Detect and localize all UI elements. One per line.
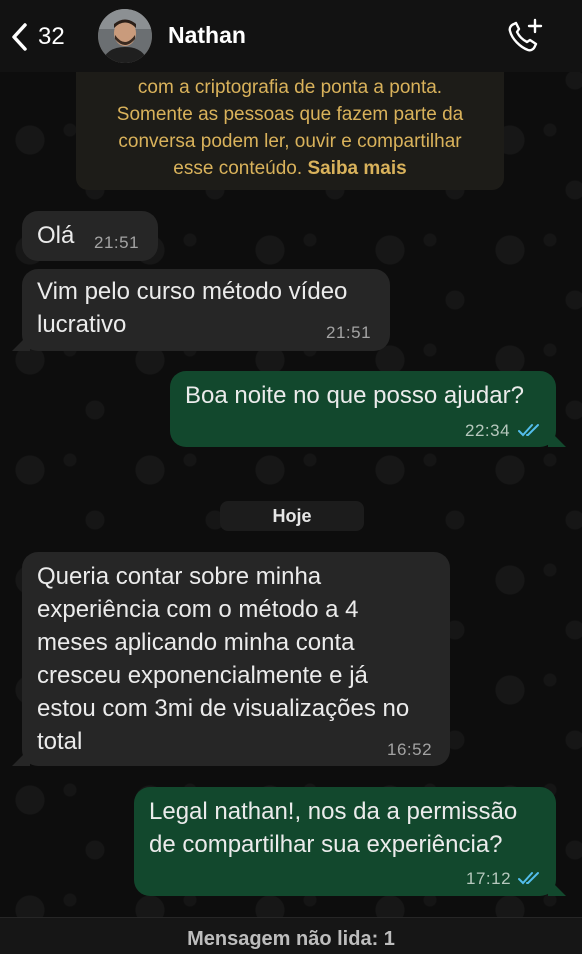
message-line: lucrativo [37, 311, 127, 338]
message-time: 21:51 [94, 233, 140, 252]
message-line: Vim pelo curso método vídeo [37, 278, 348, 305]
message-text: Olá [37, 219, 74, 252]
encryption-notice-text: com a criptografia de ponta a ponta. Som… [76, 74, 504, 182]
message-line: experiência com o método a 4 [37, 596, 359, 623]
message-text: Legal nathan!, nos da a permissão de com… [149, 795, 517, 861]
message-time: 17:12 [466, 869, 512, 888]
back-button[interactable]: 32 [10, 20, 65, 54]
message-line: cresceu exponencialmente e já [37, 662, 368, 689]
message-line: Boa noite no que posso ajudar? [185, 382, 524, 409]
message-line: Legal nathan!, nos da a permissão [149, 798, 518, 825]
unread-messages-text: Mensagem não lida: 1 [187, 928, 395, 950]
message-line: meses aplicando minha conta [37, 629, 355, 656]
notice-line: Somente as pessoas que fazem parte da [116, 104, 464, 125]
message-line: estou com 3mi de visualizações no [37, 695, 410, 722]
message-time: 22:34 [465, 421, 511, 440]
add-call-button[interactable] [506, 18, 544, 59]
message-line: de compartilhar sua experiência? [149, 831, 503, 858]
date-separator: Hoje [220, 501, 364, 531]
message-line: total [37, 728, 83, 755]
message-text: Queria contar sobre minha experiência co… [37, 560, 409, 758]
outgoing-message[interactable]: Legal nathan!, nos da a permissão de com… [134, 787, 566, 896]
message-time: 21:51 [326, 323, 372, 342]
read-receipt-icon [518, 424, 539, 437]
notice-line: esse conteúdo. Saiba mais [76, 155, 504, 182]
contact-name[interactable]: Nathan [168, 22, 246, 49]
message-line: Olá [37, 222, 75, 249]
message-text: Vim pelo curso método vídeo lucrativo [37, 275, 347, 341]
incoming-message[interactable]: Olá 21:51 [22, 211, 158, 261]
unread-messages-banner: Mensagem não lida: 1 [0, 917, 582, 954]
encryption-notice[interactable]: com a criptografia de ponta a ponta. Som… [76, 58, 504, 190]
message-time: 16:52 [387, 740, 433, 759]
incoming-message[interactable]: Queria contar sobre minha experiência co… [12, 552, 450, 766]
chevron-left-icon [12, 23, 27, 51]
outgoing-message[interactable]: Boa noite no que posso ajudar? 22:34 [170, 371, 566, 447]
notice-line: conversa podem ler, ouvir e compartilhar [118, 131, 462, 152]
chat-header: 32 Nathan [0, 0, 582, 72]
contact-photo [98, 9, 152, 63]
learn-more-link[interactable]: Saiba mais [307, 158, 406, 179]
phone-add-icon [508, 18, 543, 52]
read-receipt-icon [518, 872, 539, 885]
message-line: Queria contar sobre minha [37, 563, 322, 590]
message-text: Boa noite no que posso ajudar? [185, 379, 524, 412]
notice-line-prefix: esse conteúdo. [173, 158, 308, 179]
unread-chats-count: 32 [38, 23, 65, 50]
notice-line: com a criptografia de ponta a ponta. [137, 77, 443, 98]
incoming-message[interactable]: Vim pelo curso método vídeo lucrativo 21… [12, 269, 390, 351]
avatar[interactable] [98, 9, 152, 63]
